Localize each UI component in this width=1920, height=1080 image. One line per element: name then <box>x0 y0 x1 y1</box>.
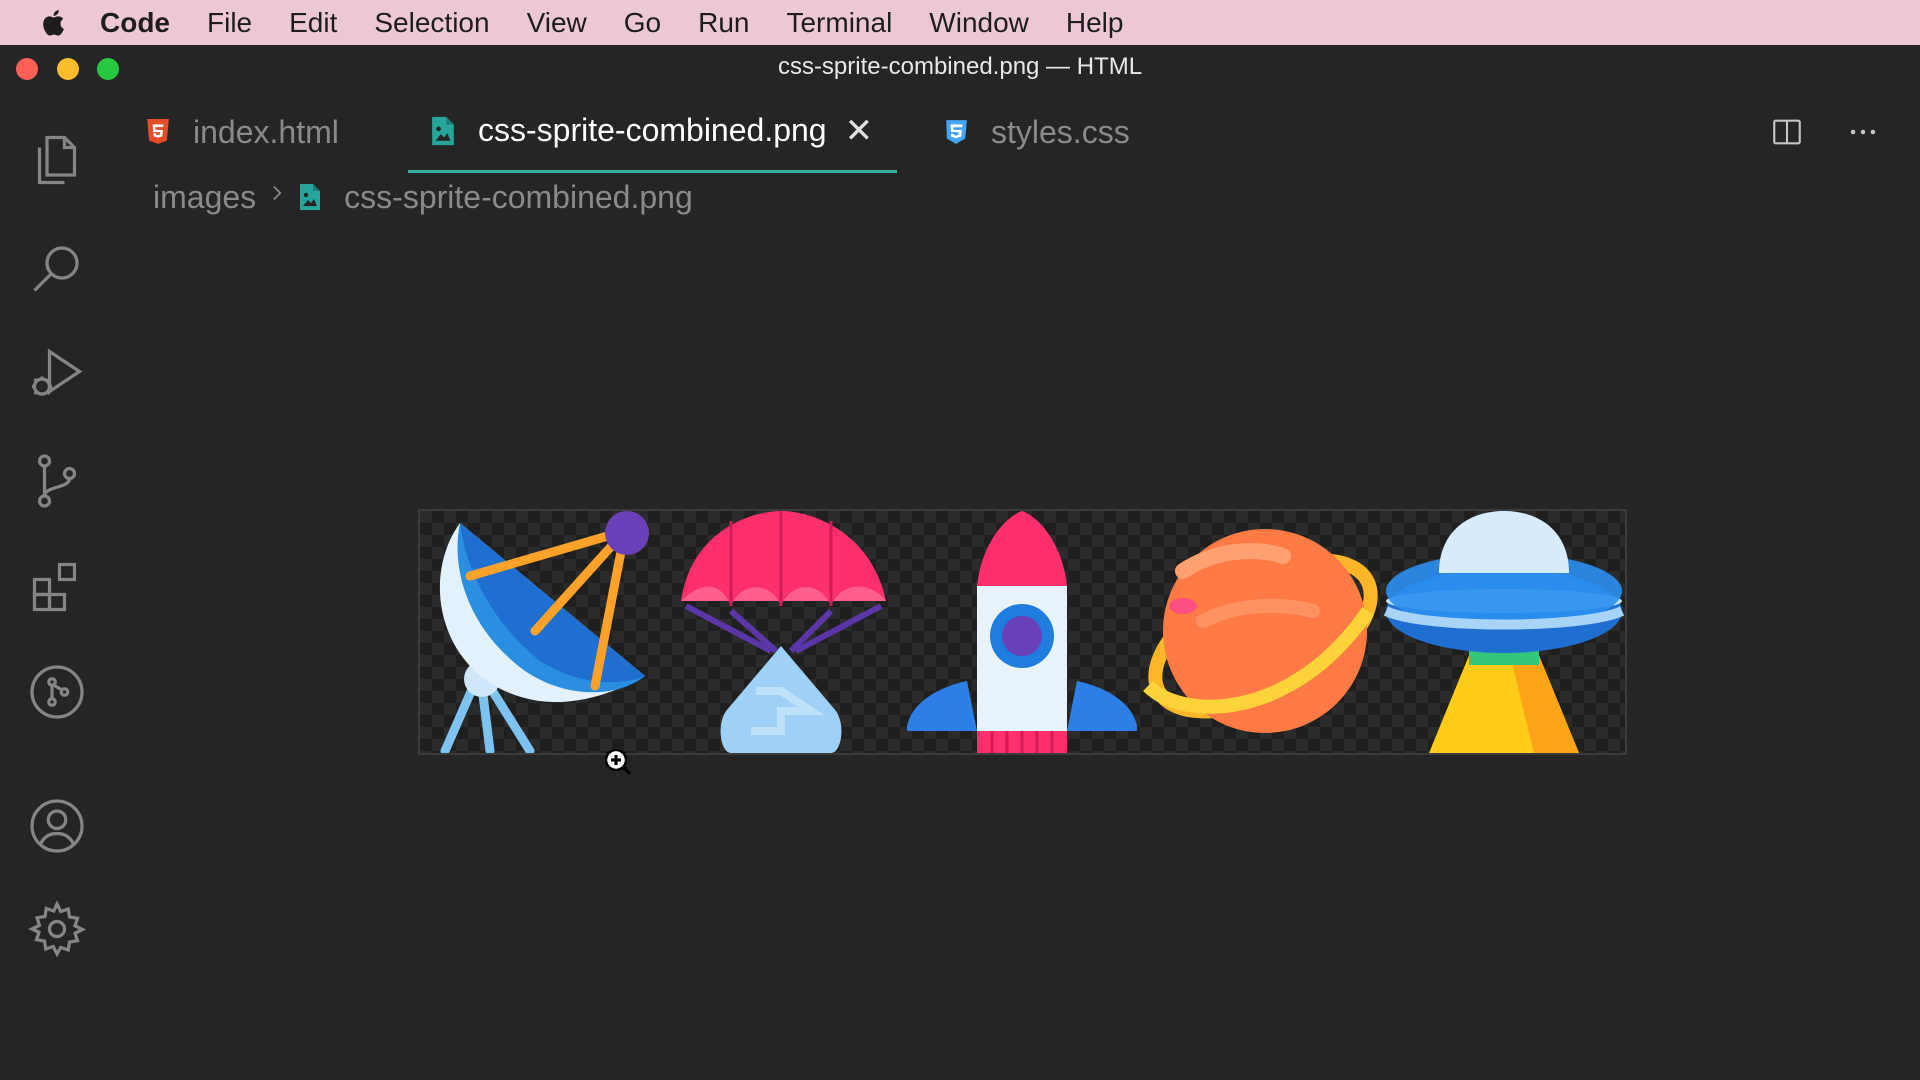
settings-gear-icon[interactable] <box>24 896 90 962</box>
activity-bar <box>0 91 115 1080</box>
menu-file[interactable]: File <box>207 7 252 39</box>
image-file-icon <box>298 182 324 212</box>
menu-edit[interactable]: Edit <box>289 7 337 39</box>
planet-sprite <box>1143 529 1378 733</box>
extensions-icon[interactable] <box>24 554 90 620</box>
tab-label: css-sprite-combined.png <box>478 112 827 148</box>
breadcrumb-file[interactable]: css-sprite-combined.png <box>344 179 693 216</box>
git-graph-icon[interactable] <box>24 659 90 725</box>
satellite-dish-sprite <box>439 511 649 753</box>
parachute-capsule-sprite <box>681 511 886 753</box>
tab-styles-css[interactable]: styles.css <box>943 91 1130 173</box>
more-actions-icon[interactable] <box>1843 115 1883 149</box>
macos-menu-bar: Code File Edit Selection View Go Run Ter… <box>0 0 1920 45</box>
rocket-sprite <box>907 511 1137 753</box>
image-preview[interactable] <box>418 509 1627 755</box>
breadcrumb-folder-images[interactable]: images <box>153 179 256 216</box>
menu-selection[interactable]: Selection <box>374 7 489 39</box>
tab-label: styles.css <box>991 113 1130 150</box>
explorer-icon[interactable] <box>24 127 90 193</box>
window-title: css-sprite-combined.png — HTML <box>777 53 1143 80</box>
menu-run[interactable]: Run <box>698 7 749 39</box>
close-tab-icon[interactable]: ✕ <box>845 111 874 151</box>
run-debug-icon[interactable] <box>24 341 90 407</box>
menu-go[interactable]: Go <box>624 7 661 39</box>
menu-help[interactable]: Help <box>1066 7 1124 39</box>
tab-css-sprite-combined-png[interactable]: css-sprite-combined.png ✕ <box>408 91 898 173</box>
search-icon[interactable] <box>24 235 90 301</box>
account-icon[interactable] <box>24 793 90 859</box>
html5-icon <box>145 116 175 148</box>
menu-terminal[interactable]: Terminal <box>786 7 892 39</box>
source-control-icon[interactable] <box>24 448 90 514</box>
image-file-icon <box>430 115 460 147</box>
tab-label: index.html <box>193 113 339 150</box>
apple-icon[interactable] <box>40 8 70 38</box>
ufo-sprite <box>1384 511 1625 753</box>
css3-icon <box>943 116 973 148</box>
split-editor-icon[interactable] <box>1770 115 1804 149</box>
menu-app-code[interactable]: Code <box>100 7 170 39</box>
chevron-right-icon <box>270 180 284 214</box>
breadcrumb: images css-sprite-combined.png <box>153 173 693 221</box>
menu-window[interactable]: Window <box>929 7 1029 39</box>
title-bar: css-sprite-combined.png — HTML <box>0 45 1920 91</box>
editor-tab-bar: index.html css-sprite-combined.png ✕ sty… <box>115 91 1920 173</box>
zoom-in-cursor-icon <box>603 747 633 777</box>
menu-view[interactable]: View <box>527 7 587 39</box>
tab-index-html[interactable]: index.html <box>145 91 339 173</box>
